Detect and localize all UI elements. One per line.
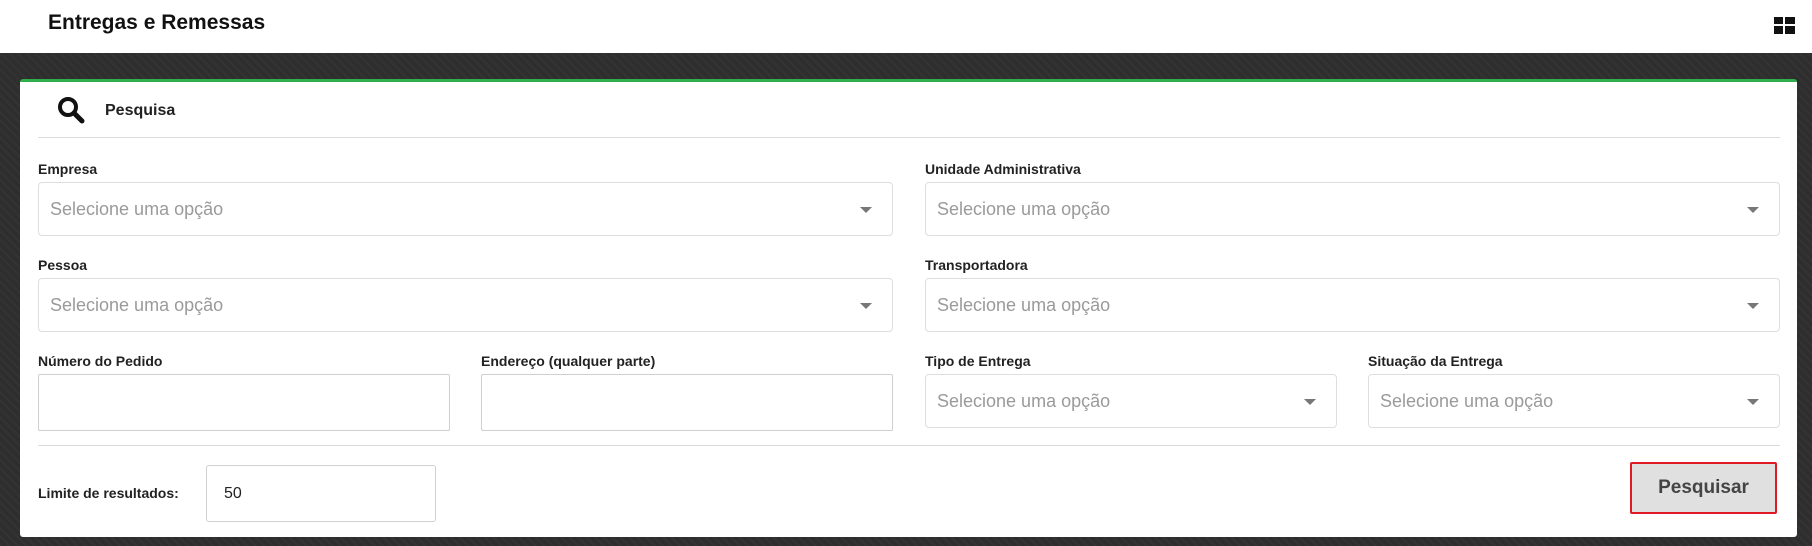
- endereco-label: Endereço (qualquer parte): [481, 353, 656, 369]
- chevron-down-icon: [860, 207, 872, 213]
- search-button[interactable]: Pesquisar: [1630, 462, 1777, 514]
- chevron-down-icon: [1747, 207, 1759, 213]
- empresa-placeholder: Selecione uma opção: [50, 199, 224, 219]
- chevron-down-icon: [1304, 399, 1316, 405]
- situacao-entrega-label: Situação da Entrega: [1368, 353, 1503, 369]
- transportadora-placeholder: Selecione uma opção: [937, 295, 1111, 315]
- pessoa-placeholder: Selecione uma opção: [50, 295, 224, 315]
- situacao-entrega-select[interactable]: Selecione uma opção: [1368, 374, 1780, 428]
- numero-pedido-label: Número do Pedido: [38, 353, 163, 369]
- unidade-placeholder: Selecione uma opção: [937, 199, 1111, 219]
- panel-title: Pesquisa: [105, 102, 176, 119]
- endereco-input[interactable]: [481, 374, 893, 431]
- tipo-entrega-select[interactable]: Selecione uma opção: [925, 374, 1337, 428]
- transportadora-label: Transportadora: [925, 257, 1028, 273]
- unidade-label: Unidade Administrativa: [925, 161, 1081, 177]
- grid-icon[interactable]: [1774, 17, 1795, 34]
- chevron-down-icon: [1747, 399, 1759, 405]
- transportadora-select[interactable]: Selecione uma opção: [925, 278, 1780, 332]
- top-bar: Entregas e Remessas: [0, 0, 1812, 53]
- empresa-label: Empresa: [38, 161, 98, 177]
- empresa-select[interactable]: Selecione uma opção: [38, 182, 893, 236]
- tipo-entrega-label: Tipo de Entrega: [925, 353, 1031, 369]
- page-title: Entregas e Remessas: [48, 11, 266, 34]
- limit-value: 50: [224, 485, 242, 502]
- limit-label: Limite de resultados:: [38, 485, 179, 501]
- tipo-entrega-placeholder: Selecione uma opção: [937, 391, 1111, 411]
- chevron-down-icon: [860, 303, 872, 309]
- divider: [38, 445, 1780, 446]
- search-icon: [58, 97, 85, 124]
- unidade-select[interactable]: Selecione uma opção: [925, 182, 1780, 236]
- search-panel: Pesquisa Empresa Selecione uma opção Uni…: [20, 79, 1797, 537]
- panel-header: Pesquisa: [38, 82, 1780, 138]
- chevron-down-icon: [1747, 303, 1759, 309]
- pessoa-label: Pessoa: [38, 257, 88, 273]
- limit-input[interactable]: 50: [206, 465, 436, 522]
- situacao-entrega-placeholder: Selecione uma opção: [1380, 391, 1554, 411]
- pessoa-select[interactable]: Selecione uma opção: [38, 278, 893, 332]
- numero-pedido-input[interactable]: [38, 374, 450, 431]
